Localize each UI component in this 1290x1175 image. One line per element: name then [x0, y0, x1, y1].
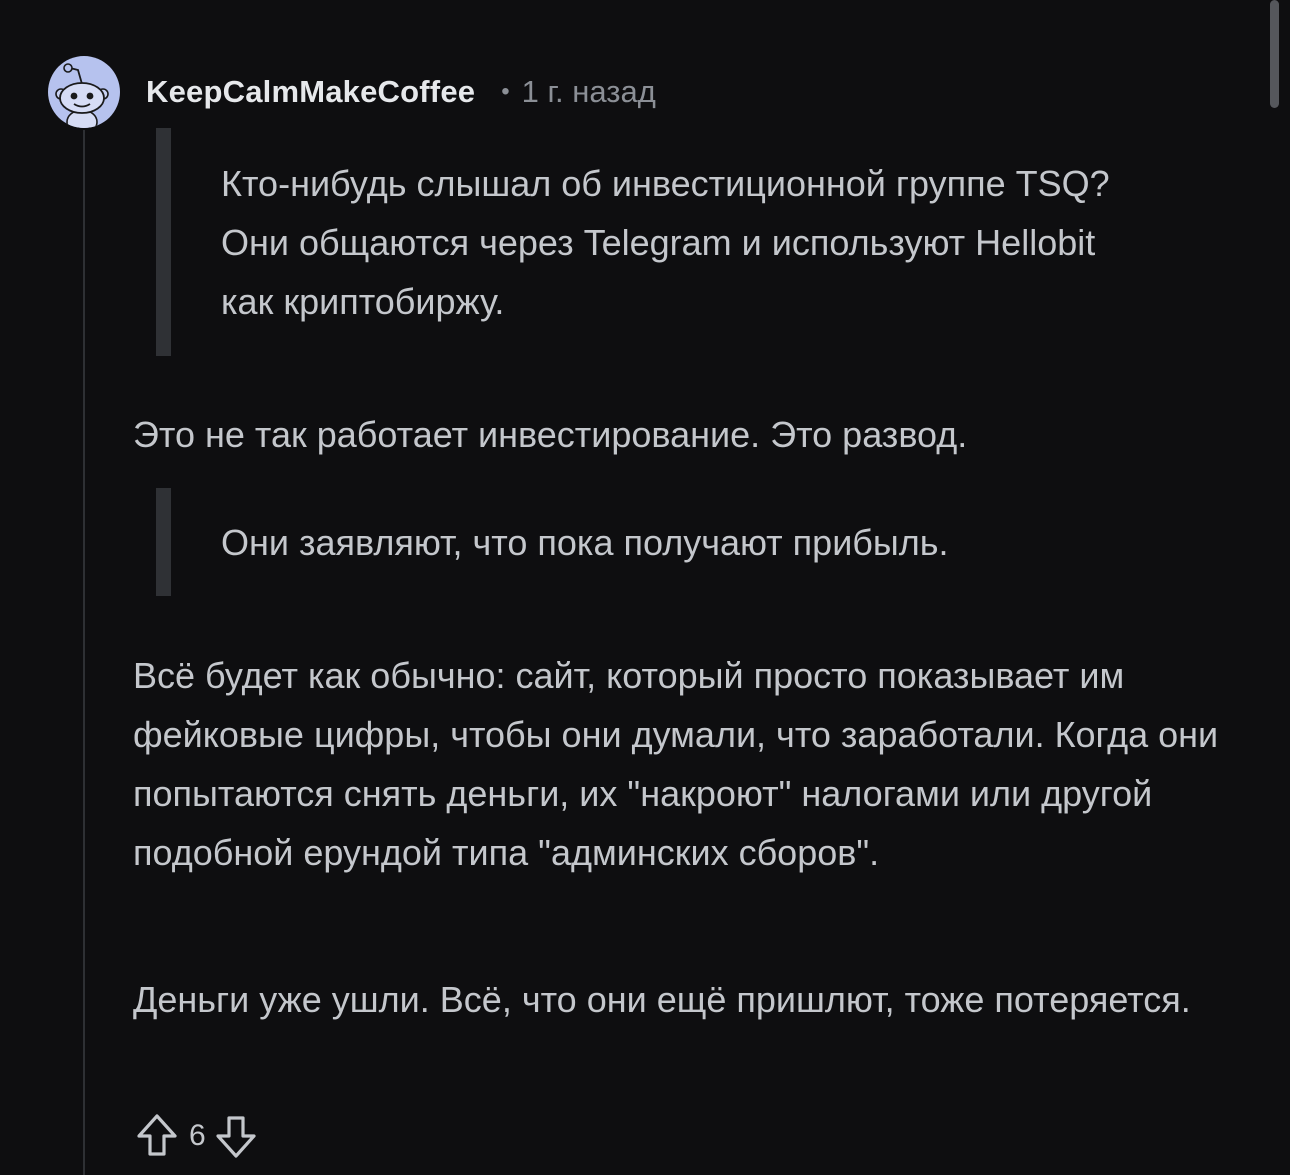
- comment-timestamp[interactable]: 1 г. назад: [522, 74, 656, 110]
- blockquote: Кто-нибудь слышал об инвестиционной груп…: [156, 128, 1136, 356]
- user-avatar[interactable]: [48, 56, 120, 128]
- upvote-arrow-icon[interactable]: [133, 1110, 181, 1162]
- blockquote: Они заявляют, что пока получают прибыль.: [156, 488, 1136, 596]
- downvote-arrow-icon[interactable]: [212, 1110, 260, 1162]
- vote-score: 6: [189, 1119, 206, 1152]
- comment-header: KeepCalmMakeCoffee • 1 г. назад: [146, 72, 656, 112]
- comment-paragraph: Деньги уже ушли. Всё, что они ещё пришлю…: [133, 979, 1191, 1020]
- vote-bar: 6: [133, 1108, 260, 1164]
- reddit-snoo-avatar-icon: [55, 63, 109, 128]
- scrollbar-thumb[interactable]: [1270, 0, 1279, 108]
- meta-separator: •: [501, 78, 510, 105]
- comment-paragraph: Всё будет как обычно: сайт, который прос…: [133, 655, 1219, 873]
- author-username[interactable]: KeepCalmMakeCoffee: [146, 74, 475, 110]
- thread-line[interactable]: [83, 130, 85, 1175]
- comment-paragraph: Это не так работает инвестирование. Это …: [133, 414, 968, 455]
